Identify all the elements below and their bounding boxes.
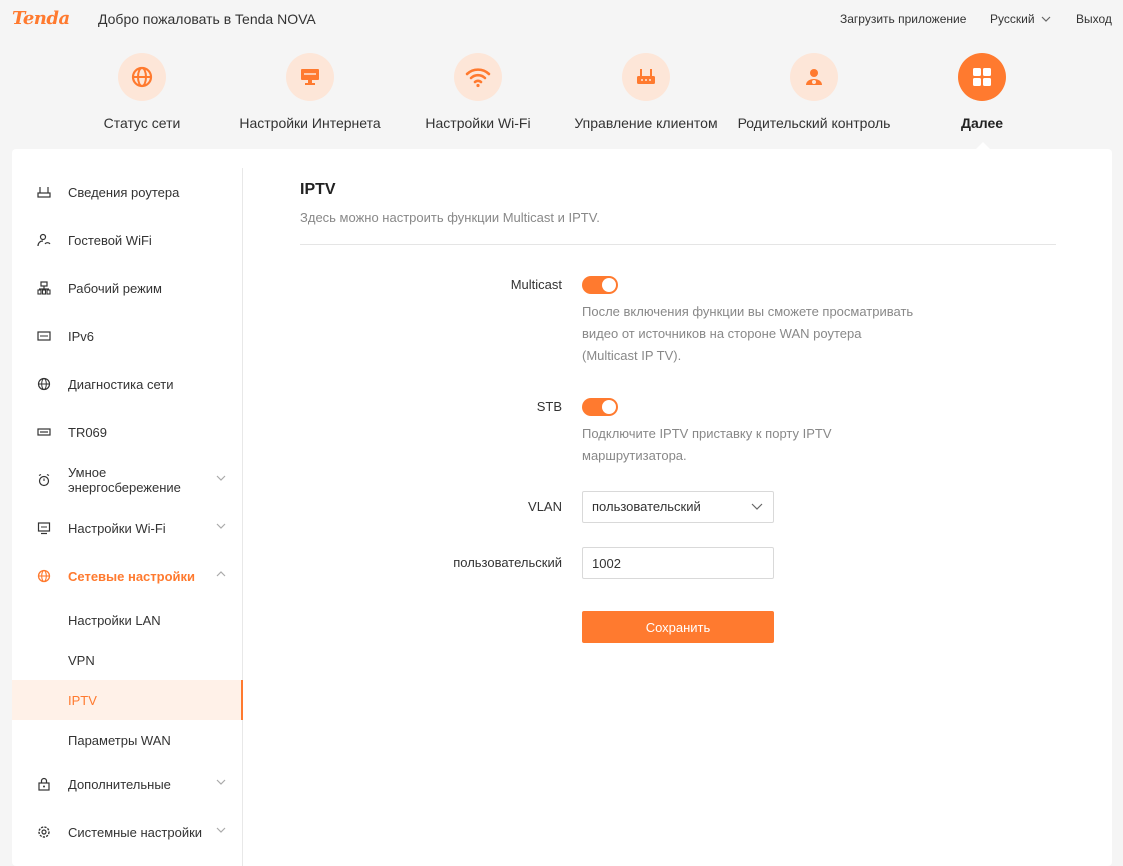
sidebar-item-ipv6[interactable]: IPv6 — [12, 312, 242, 360]
sidebar-item-label: IPv6 — [68, 328, 95, 344]
nav-parental-control[interactable]: Родительский контроль — [734, 52, 894, 131]
logout-link[interactable]: Выход — [1076, 12, 1112, 26]
nav-label: Настройки Wi-Fi — [425, 115, 531, 131]
nav-label: Управление клиентом — [574, 115, 718, 131]
sidebar-item-work-mode[interactable]: Рабочий режим — [12, 264, 242, 312]
ipv6-icon — [36, 328, 52, 344]
label-line-1: Умное — [68, 465, 107, 480]
sidebar-item-label: TR069 — [68, 424, 108, 440]
download-app-link[interactable]: Загрузить приложение — [840, 12, 966, 26]
sidebar-sub-vpn[interactable]: VPN — [12, 640, 242, 680]
page-title: IPTV — [300, 181, 336, 198]
alarm-clock-icon — [36, 472, 52, 488]
sidebar: Сведения роутера Гостевой WiFi Рабочий р… — [12, 168, 243, 866]
divider — [300, 244, 1056, 245]
sidebar-item-tr069[interactable]: TR069 — [12, 408, 242, 456]
sidebar-item-advanced[interactable]: Дополнительные — [12, 760, 242, 808]
language-label: Русский — [990, 12, 1035, 26]
language-select[interactable]: Русский — [990, 12, 1051, 26]
sidebar-item-network-settings[interactable]: Сетевые настройки — [12, 552, 242, 600]
custom-vlan-input[interactable] — [582, 547, 774, 579]
sidebar-item-label: Диагностика сети — [68, 376, 174, 392]
sidebar-item-label: Гостевой WiFi — [68, 232, 152, 248]
sidebar-item-label: Сетевые настройки — [68, 568, 196, 584]
guest-user-icon — [36, 232, 52, 248]
sidebar-sub-wan[interactable]: Параметры WAN — [12, 720, 242, 760]
sidebar-item-label: Рабочий режим — [68, 280, 162, 296]
welcome-text: Добро пожаловать в Tenda NOVA — [98, 11, 316, 27]
chevron-down-icon — [216, 827, 226, 833]
nav-internet-settings[interactable]: Настройки Интернета — [230, 52, 390, 131]
page-description: Здесь можно настроить функции Multicast … — [300, 210, 600, 225]
multicast-hint: После включения функции вы сможете просм… — [582, 301, 962, 367]
nav-label: Настройки Интернета — [239, 115, 381, 131]
tr069-icon — [36, 424, 52, 440]
multicast-label: Multicast — [510, 277, 562, 292]
globe-icon — [118, 53, 166, 101]
stb-toggle[interactable] — [582, 398, 618, 416]
hint-line-2: видео от источников на стороне WAN роуте… — [582, 326, 862, 341]
router-icon — [622, 53, 670, 101]
globe-icon — [36, 568, 52, 584]
sidebar-item-label: Настройки Wi-Fi — [68, 520, 166, 536]
hint-line-2: маршрутизатора. — [582, 448, 687, 463]
label-line-2: энергосбережение — [68, 480, 181, 495]
chevron-down-icon — [216, 779, 226, 785]
vlan-selected-value: пользовательский — [592, 499, 701, 514]
chevron-down-icon — [216, 475, 226, 481]
nav-more[interactable]: Далее — [902, 52, 1062, 131]
custom-vlan-label: пользовательский — [453, 555, 562, 570]
sidebar-item-guest-wifi[interactable]: Гостевой WiFi — [12, 216, 242, 264]
hint-line-1: После включения функции вы сможете просм… — [582, 304, 914, 319]
sidebar-item-label: Системные настройки — [68, 824, 203, 840]
router-icon — [36, 184, 52, 200]
chevron-down-icon — [216, 523, 226, 529]
chevron-up-icon — [216, 571, 226, 577]
hint-line-1: Подключите IPTV приставку к порту IPTV — [582, 426, 832, 441]
sidebar-sub-iptv[interactable]: IPTV — [12, 680, 243, 720]
sidebar-sub-lan[interactable]: Настройки LAN — [12, 600, 242, 640]
tenda-logo[interactable]: Tenda — [12, 8, 70, 29]
nav-wifi-settings[interactable]: Настройки Wi-Fi — [398, 52, 558, 131]
multicast-toggle[interactable] — [582, 276, 618, 294]
chevron-down-icon — [1041, 16, 1050, 22]
hint-line-3: (Multicast IP TV). — [582, 348, 682, 363]
sidebar-item-label: Сведения роутера — [68, 184, 180, 200]
nav-label: Статус сети — [103, 115, 181, 131]
sidebar-item-label: Дополнительные — [68, 776, 171, 792]
sidebar-item-wifi-settings[interactable]: Настройки Wi-Fi — [12, 504, 242, 552]
lock-icon — [36, 776, 52, 792]
main-nav: Статус сети Настройки Интернета Настройк… — [0, 52, 1123, 151]
vlan-label: VLAN — [528, 499, 562, 514]
monitor-icon — [36, 520, 52, 536]
chevron-down-icon — [751, 503, 763, 510]
sidebar-item-router-info[interactable]: Сведения роутера — [12, 168, 242, 216]
vlan-select[interactable]: пользовательский — [582, 491, 774, 523]
globe-icon — [36, 376, 52, 392]
grid-icon — [958, 53, 1006, 101]
user-shield-icon — [790, 53, 838, 101]
nav-network-status[interactable]: Статус сети — [62, 52, 222, 131]
monitor-icon — [286, 53, 334, 101]
nav-client-management[interactable]: Управление клиентом — [566, 52, 726, 131]
top-bar: Tenda Добро пожаловать в Tenda NOVA Загр… — [0, 0, 1123, 38]
nav-label: Далее — [960, 115, 1004, 131]
stb-label: STB — [536, 399, 562, 414]
nav-label: Родительский контроль — [737, 115, 891, 131]
stb-hint: Подключите IPTV приставку к порту IPTV м… — [582, 423, 962, 467]
sidebar-item-diagnostics[interactable]: Диагностика сети — [12, 360, 242, 408]
sidebar-item-label: Умное энергосбережение — [68, 465, 181, 495]
network-tree-icon — [36, 280, 52, 296]
sidebar-item-system-settings[interactable]: Системные настройки — [12, 808, 242, 856]
content-panel: Сведения роутера Гостевой WiFi Рабочий р… — [12, 149, 1112, 866]
wifi-icon — [454, 53, 502, 101]
save-button[interactable]: Сохранить — [582, 611, 774, 643]
gear-icon — [36, 824, 52, 840]
sidebar-item-energy-saving[interactable]: Умное энергосбережение — [12, 456, 242, 504]
